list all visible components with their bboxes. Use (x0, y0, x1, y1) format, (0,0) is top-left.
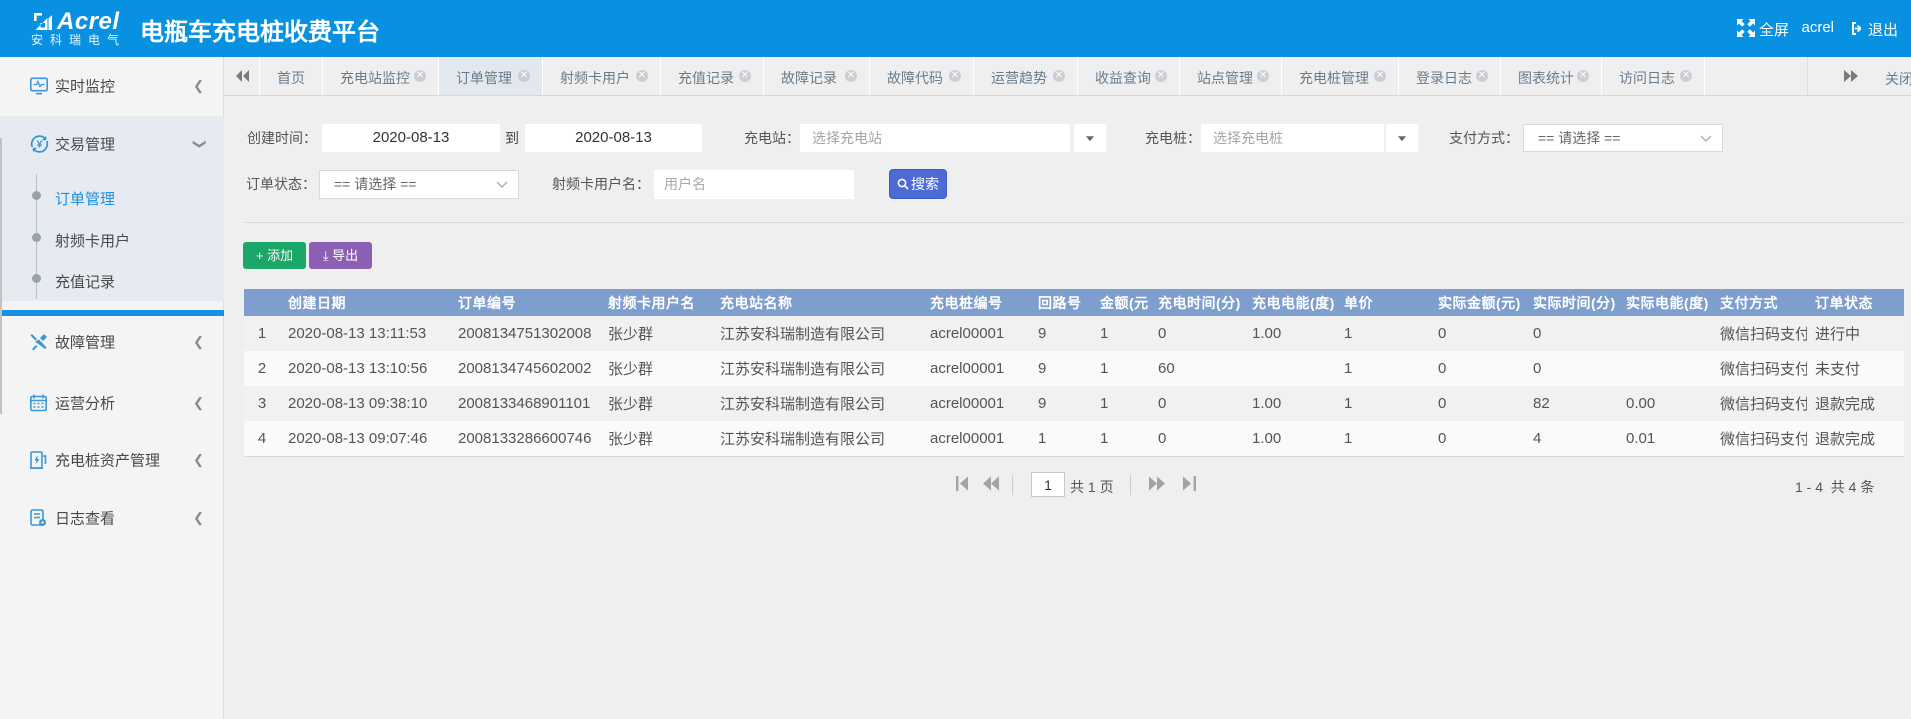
svg-text:¥: ¥ (37, 140, 43, 151)
